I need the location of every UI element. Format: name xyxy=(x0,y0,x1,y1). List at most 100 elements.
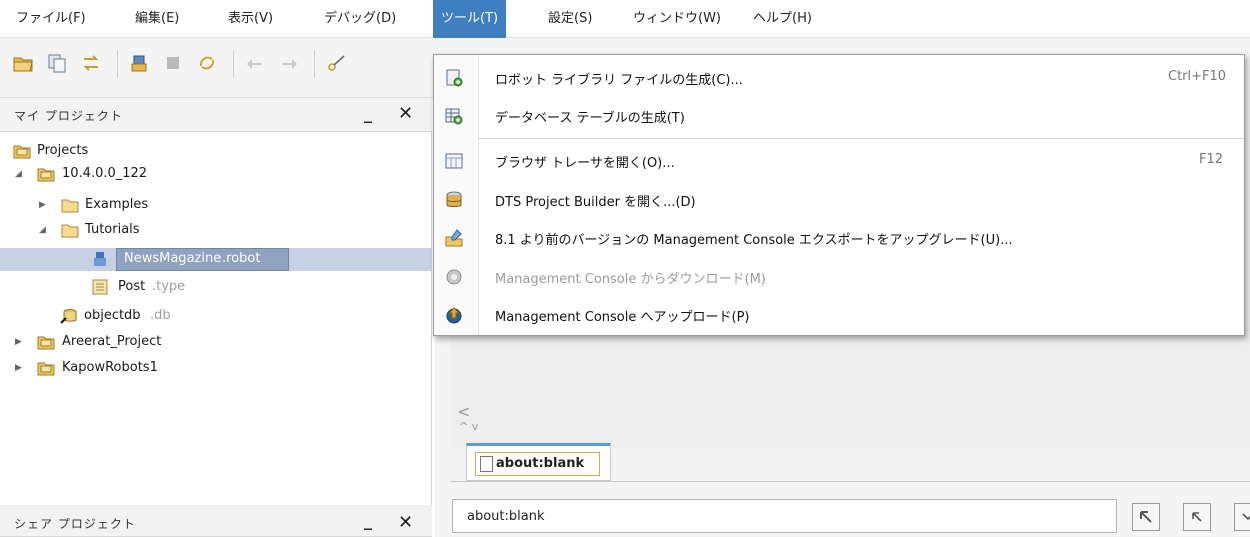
menu-separator xyxy=(479,138,1244,139)
tree-item-areerat-project[interactable]: ▶ Areerat_Project xyxy=(0,331,432,353)
database-table-icon xyxy=(445,107,463,125)
tab-title: about:blank xyxy=(496,456,585,471)
robot-icon[interactable] xyxy=(128,52,150,74)
menu-item-open-dts-builder[interactable]: DTS Project Builder を開く...(D) xyxy=(434,183,1244,217)
menu-item-shortcut: Ctrl+F10 xyxy=(1168,69,1227,84)
project-folder-icon xyxy=(37,166,55,182)
menu-debug[interactable]: デバッグ(D) xyxy=(316,0,404,38)
zoom-child-button[interactable] xyxy=(1234,503,1250,531)
collapsed-arrow-icon[interactable]: ▶ xyxy=(15,357,27,379)
minimize-button[interactable]: _ xyxy=(364,104,372,123)
tab-about-blank[interactable]: about:blank xyxy=(466,443,611,481)
arrow-up-left-icon xyxy=(1192,512,1202,522)
menu-item-label: データベース テーブルの生成(T) xyxy=(495,111,685,126)
browser-view[interactable] xyxy=(450,336,1250,448)
tab-strip-divider xyxy=(450,481,1250,482)
tree-label: KapowRobots1 xyxy=(62,360,158,375)
panel-title: シェア プロジェクト xyxy=(14,517,136,531)
tree-item-examples[interactable]: ▶ Examples xyxy=(0,194,432,216)
cut-icon[interactable] xyxy=(326,52,348,74)
dts-builder-icon xyxy=(445,191,463,209)
shared-projects-header: シェア プロジェクト _ ✕ xyxy=(0,505,432,537)
database-icon xyxy=(60,308,78,324)
menu-item-shortcut: F12 xyxy=(1199,152,1224,167)
close-button[interactable]: ✕ xyxy=(398,512,413,533)
tree-item-post-type[interactable]: Post .type xyxy=(0,276,432,298)
menu-item-upgrade-mc-export[interactable]: 8.1 より前のバージョンの Management Console エクスポート… xyxy=(434,221,1244,255)
tree-label: Post xyxy=(118,279,146,294)
menu-item-generate-database-tables[interactable]: データベース テーブルの生成(T) xyxy=(434,99,1244,133)
menu-item-label: ブラウザ トレーサを開く(O)... xyxy=(495,156,675,171)
menu-item-open-browser-tracer[interactable]: ブラウザ トレーサを開く(O)... F12 xyxy=(434,144,1244,178)
upgrade-icon xyxy=(445,229,463,247)
close-button[interactable]: ✕ xyxy=(398,103,413,124)
tree-item-kapowrobots1[interactable]: ▶ KapowRobots1 xyxy=(0,357,432,379)
folder-icon xyxy=(61,222,79,238)
menu-tools[interactable]: ツール(T) xyxy=(433,0,507,38)
tree-label: Examples xyxy=(85,197,149,212)
menu-help[interactable]: ヘルプ(H) xyxy=(745,0,820,38)
project-folder-icon xyxy=(37,360,55,376)
tree-ext: .type xyxy=(152,279,186,294)
minimize-button[interactable]: _ xyxy=(364,511,372,530)
menu-window[interactable]: ウィンドウ(W) xyxy=(625,0,729,38)
robot-file-icon xyxy=(91,251,109,267)
my-projects-header: マイ プロジェクト _ ✕ xyxy=(0,98,432,132)
tree-label: Projects xyxy=(37,143,89,158)
robot-library-icon xyxy=(445,69,463,87)
scroll-left-arrow[interactable]: < xyxy=(457,402,470,421)
forward-icon[interactable] xyxy=(278,52,300,74)
tab-label-box: about:blank xyxy=(475,452,600,476)
copy-icon[interactable] xyxy=(46,52,68,74)
toolbar-separator xyxy=(314,50,315,78)
menu-item-label: DTS Project Builder を開く...(D) xyxy=(495,195,696,210)
arrow-down-icon xyxy=(1242,513,1250,521)
project-folder-icon xyxy=(13,143,31,159)
navigate-arrows[interactable]: ^ v xyxy=(459,420,478,433)
download-icon xyxy=(445,268,463,286)
expanded-arrow-icon[interactable]: ◢ xyxy=(15,163,27,185)
menu-item-label: 8.1 より前のバージョンの Management Console エクスポート… xyxy=(495,233,1013,248)
menu-bar: ファイル(F) 編集(E) 表示(V) デバッグ(D) ツール(T) 設定(S)… xyxy=(0,0,1250,38)
open-folder-icon[interactable] xyxy=(12,52,34,74)
menu-edit[interactable]: 編集(E) xyxy=(127,0,187,38)
address-input[interactable] xyxy=(453,500,1116,532)
menu-file[interactable]: ファイル(F) xyxy=(8,0,94,38)
zoom-up-button[interactable] xyxy=(1132,503,1160,531)
tree-item-10-4-0-0-122[interactable]: ◢ 10.4.0.0_122 xyxy=(0,163,432,185)
address-bar[interactable] xyxy=(452,499,1117,533)
toolbar xyxy=(0,38,435,98)
menu-view[interactable]: 表示(V) xyxy=(220,0,281,38)
tree-label: 10.4.0.0_122 xyxy=(62,166,148,181)
arrow-up-left-icon xyxy=(1140,511,1152,523)
menu-item-upload-to-mc[interactable]: Management Console へアップロード(P) xyxy=(434,298,1244,332)
tree-item-tutorials[interactable]: ◢ Tutorials xyxy=(0,219,432,241)
menu-item-generate-robot-library[interactable]: ロボット ライブラリ ファイルの生成(C)... Ctrl+F10 xyxy=(434,61,1244,95)
menu-item-label: Management Console へアップロード(P) xyxy=(495,310,750,325)
compare-icon[interactable] xyxy=(80,52,102,74)
tree-item-projects[interactable]: Projects xyxy=(0,140,432,162)
stop-icon[interactable] xyxy=(162,52,184,74)
tree-item-newsmagazine-robot[interactable]: NewsMagazine .robot xyxy=(0,248,432,270)
collapsed-arrow-icon[interactable]: ▶ xyxy=(15,331,27,353)
panel-title: マイ プロジェクト xyxy=(14,109,123,123)
document-icon xyxy=(480,456,493,472)
type-file-icon xyxy=(91,279,109,295)
menu-item-download-from-mc: Management Console からダウンロード(M) xyxy=(434,260,1244,294)
zoom-parent-button[interactable] xyxy=(1183,503,1211,531)
tools-menu-dropdown: ロボット ライブラリ ファイルの生成(C)... Ctrl+F10 データベース… xyxy=(433,54,1245,336)
menu-settings[interactable]: 設定(S) xyxy=(540,0,600,38)
project-folder-icon xyxy=(37,334,55,350)
collapsed-arrow-icon[interactable]: ▶ xyxy=(39,194,51,216)
folder-icon xyxy=(61,197,79,213)
back-icon[interactable] xyxy=(244,52,266,74)
menu-item-label: Management Console からダウンロード(M) xyxy=(495,272,766,287)
tree-label: Areerat_Project xyxy=(62,334,162,349)
refresh-icon[interactable] xyxy=(196,52,218,74)
tree-ext: .db xyxy=(150,308,171,323)
menu-item-label: ロボット ライブラリ ファイルの生成(C)... xyxy=(495,73,743,88)
tree-label: objectdb xyxy=(84,308,141,323)
tree-item-objectdb[interactable]: objectdb .db xyxy=(0,305,432,327)
toolbar-separator xyxy=(117,50,118,78)
expanded-arrow-icon[interactable]: ◢ xyxy=(39,219,51,241)
